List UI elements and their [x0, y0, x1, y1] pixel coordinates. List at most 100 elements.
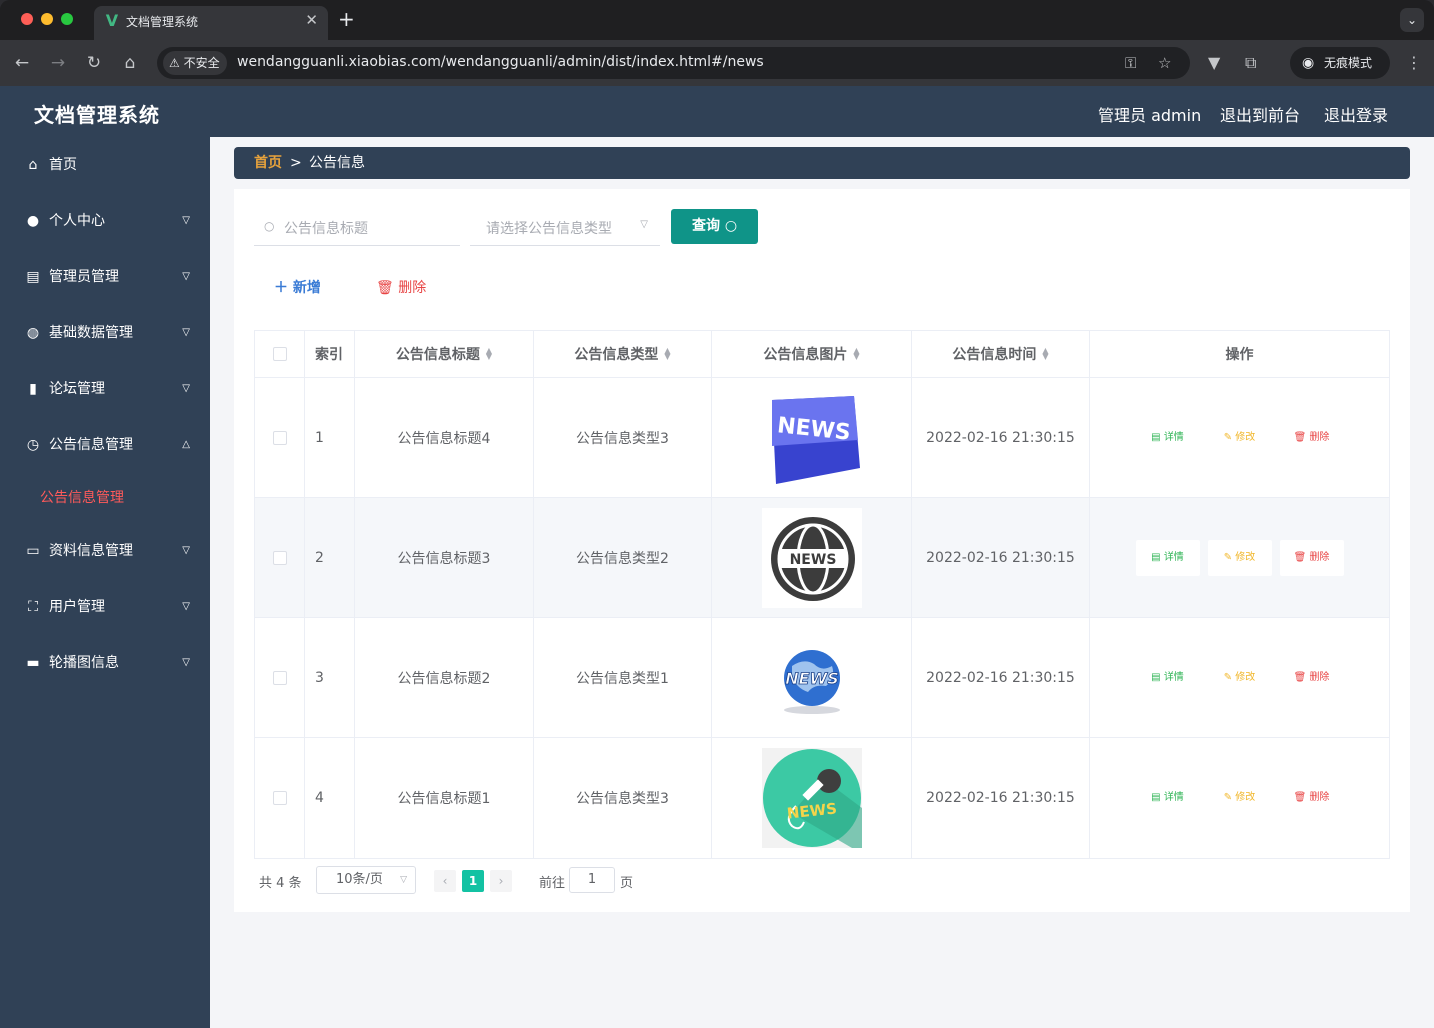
sort-icon[interactable]: ▲ ▼ [664, 347, 670, 361]
batch-delete-button[interactable]: 🗑 删除 [376, 277, 426, 297]
delete-label: 删除 [1309, 671, 1330, 683]
breadcrumb-home[interactable]: 首页 [254, 147, 282, 179]
chevron-down-icon: ▽ [640, 219, 648, 230]
chevron-down-icon: ▽ [182, 383, 190, 394]
edit-button[interactable]: ✎ 修改 [1207, 539, 1272, 576]
delete-button[interactable]: 🗑 删除 [1280, 660, 1344, 696]
incognito-badge[interactable]: ◉ 无痕模式 [1290, 47, 1390, 79]
sidebar-item-carousel[interactable]: ▬ 轮播图信息 ▽ [0, 635, 210, 691]
browser-menu-icon[interactable]: ⋮ [1406, 51, 1422, 75]
row-checkbox-cell [255, 618, 305, 737]
minimize-window-button[interactable] [41, 13, 53, 25]
address-bar[interactable]: ⚠ 不安全 wendangguanli.xiaobias.com/wendang… [157, 47, 1190, 79]
home-browser-icon[interactable]: ⌂ [118, 51, 142, 75]
url-text[interactable]: wendangguanli.xiaobias.com/wendangguanli… [237, 54, 764, 70]
row-checkbox[interactable] [272, 430, 287, 445]
chevron-up-icon: △ [182, 439, 190, 450]
sidebar-item-announcement[interactable]: ◷ 公告信息管理 △ [0, 417, 210, 473]
new-tab-icon[interactable]: + [338, 7, 355, 31]
browser-tab[interactable]: V 文档管理系统 ✕ [94, 6, 328, 40]
chevron-down-icon: ▽ [182, 215, 190, 226]
document-icon: ▤ [1151, 551, 1164, 563]
query-button[interactable]: 查询 ○ [671, 209, 758, 244]
edit-button[interactable]: ✎ 修改 [1208, 780, 1272, 816]
news-microphone-image[interactable]: NEWS [761, 748, 862, 848]
maximize-window-button[interactable] [61, 13, 73, 25]
add-button[interactable]: ＋ 新增 [274, 277, 321, 297]
row-checkbox[interactable] [272, 791, 287, 805]
news-globe-badge-image[interactable]: NEWS [761, 507, 862, 608]
table-row[interactable]: 1 公告信息标题4 公告信息类型3 NEWS 2022-02-16 21:30:… [255, 378, 1389, 498]
delete-button[interactable]: 🗑 删除 [1280, 420, 1344, 456]
header-image[interactable]: 公告信息图片 ▲ ▼ [712, 331, 912, 377]
row-checkbox-cell [255, 498, 305, 617]
close-tab-icon[interactable]: ✕ [305, 11, 318, 29]
trash-icon: 🗑 [1293, 431, 1310, 443]
browser-chrome: V 文档管理系统 ✕ + ⌄ ← → ↻ ⌂ ⚠ 不安全 wendangguan… [0, 0, 1434, 86]
header-title[interactable]: 公告信息标题 ▲ ▼ [355, 331, 534, 377]
goto-page-input[interactable]: 1 [569, 867, 615, 893]
detail-button[interactable]: ▤ 详情 [1136, 660, 1200, 696]
sidebar-item-label: 资料信息管理 [49, 543, 133, 559]
document-icon: ▤ [1151, 792, 1164, 803]
image-news-text: NEWS [789, 552, 836, 568]
edit-button[interactable]: ✎ 修改 [1208, 660, 1272, 696]
bookmark-star-icon[interactable]: ☆ [1158, 52, 1171, 74]
back-icon[interactable]: ← [10, 51, 34, 75]
next-page-button[interactable]: › [490, 870, 512, 892]
sidebar-item-admin-management[interactable]: ▤ 管理员管理 ▽ [0, 249, 210, 305]
logout-link[interactable]: 退出登录 [1324, 102, 1388, 126]
row-index: 4 [305, 738, 355, 858]
chevron-down-icon: ▽ [182, 545, 190, 556]
sidebar-item-personal-center[interactable]: ● 个人中心 ▽ [0, 193, 210, 249]
key-icon[interactable]: ⚿ [1125, 52, 1136, 74]
delete-button[interactable]: 🗑 删除 [1280, 780, 1344, 816]
sidebar-subitem-announcement-management[interactable]: 公告信息管理 [0, 473, 210, 523]
sidebar-item-forum[interactable]: ▮ 论坛管理 ▽ [0, 361, 210, 417]
sidebar-item-basic-data[interactable]: ◍ 基础数据管理 ▽ [0, 305, 210, 361]
extension-v-icon[interactable]: ▼ [1208, 51, 1220, 75]
reload-icon[interactable]: ↻ [82, 51, 106, 75]
header-time[interactable]: 公告信息时间 ▲ ▼ [912, 331, 1090, 377]
exit-to-front-link[interactable]: 退出到前台 [1220, 102, 1300, 126]
type-select[interactable]: 请选择公告信息类型 ▽ [470, 209, 660, 246]
news-keyboard-image[interactable]: NEWS [761, 387, 862, 488]
sort-icon[interactable]: ▲ ▼ [1042, 347, 1048, 361]
breadcrumb-current: 公告信息 [309, 155, 365, 171]
detail-button[interactable]: ▤ 详情 [1136, 420, 1200, 456]
row-type: 公告信息类型3 [534, 378, 712, 497]
prev-page-button[interactable]: ‹ [434, 870, 456, 892]
row-index: 1 [305, 378, 355, 497]
table-row[interactable]: 3 公告信息标题2 公告信息类型1 NEWS 2022-02-16 21:30:… [255, 618, 1389, 738]
sidebar: ⌂ 首页 ● 个人中心 ▽ ▤ 管理员管理 ▽ ◍ 基础数据管理 ▽ ▮ 论坛管… [0, 137, 210, 1028]
header-type[interactable]: 公告信息类型 ▲ ▼ [534, 331, 712, 377]
news-globe-image[interactable]: NEWS [761, 627, 862, 728]
detail-button[interactable]: ▤ 详情 [1136, 780, 1200, 816]
tab-search-icon[interactable]: ⌄ [1400, 8, 1424, 32]
row-checkbox-cell [255, 378, 305, 497]
delete-button[interactable]: 🗑 删除 [1279, 539, 1344, 576]
row-image-cell: NEWS [712, 498, 912, 617]
sidebar-item-home[interactable]: ⌂ 首页 [0, 137, 210, 193]
table-row[interactable]: 2 公告信息标题3 公告信息类型2 NEWS 2022-02-16 21:30:… [255, 498, 1389, 618]
title-search-input[interactable]: ○ 公告信息标题 [254, 209, 460, 246]
sort-icon[interactable]: ▲ ▼ [853, 347, 859, 361]
sidebar-item-users[interactable]: ⛶ 用户管理 ▽ [0, 579, 210, 635]
sort-icon[interactable]: ▲ ▼ [486, 347, 492, 361]
header-label: 公告信息时间 [952, 347, 1037, 363]
detail-button[interactable]: ▤ 详情 [1135, 539, 1200, 576]
page-size-select[interactable]: 10条/页 ▽ [316, 866, 416, 894]
security-indicator[interactable]: ⚠ 不安全 [163, 51, 227, 75]
select-all-checkbox[interactable] [272, 347, 287, 361]
header-label: 公告信息标题 [395, 347, 480, 363]
row-checkbox[interactable] [272, 550, 287, 565]
forward-icon[interactable]: → [46, 51, 70, 75]
page-number-current[interactable]: 1 [462, 870, 484, 892]
row-checkbox[interactable] [272, 670, 287, 685]
extensions-puzzle-icon[interactable]: ⧉ [1245, 51, 1256, 75]
close-window-button[interactable] [21, 13, 33, 25]
sidebar-item-materials[interactable]: ▭ 资料信息管理 ▽ [0, 523, 210, 579]
pencil-icon: ✎ [1223, 551, 1236, 563]
edit-button[interactable]: ✎ 修改 [1208, 420, 1272, 456]
table-row[interactable]: 4 公告信息标题1 公告信息类型3 NEWS 2022-02-16 21:30:… [255, 738, 1389, 858]
